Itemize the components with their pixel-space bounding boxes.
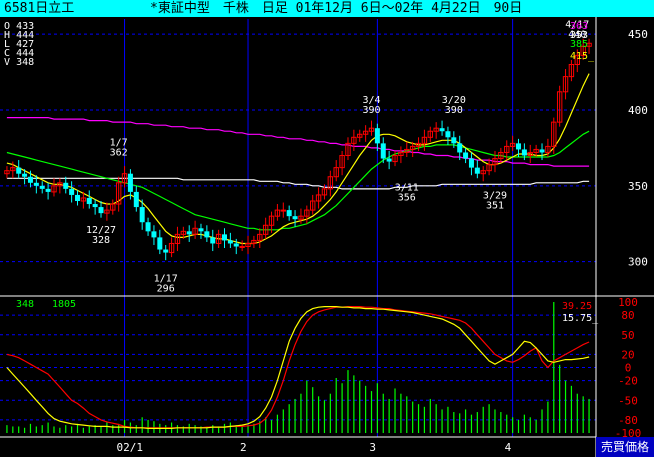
ma-value-3: 385 [570, 39, 588, 50]
ma-value-4: 415_ [570, 51, 595, 62]
stock-chart[interactable]: 1/736212/273281/172963/43903/113563/2039… [0, 17, 654, 457]
price-annotation-label: 351 [486, 200, 504, 211]
osc-volume-ma: 1805 [52, 299, 76, 310]
candle-body-down [63, 182, 69, 189]
month-tick-label: 02/1 [117, 441, 144, 454]
osc-tick-label: 20 [621, 348, 634, 361]
candle-body-down [98, 207, 104, 214]
osc-value-1: 39.25 [562, 301, 592, 312]
osc-tick-label: -20 [618, 375, 638, 388]
candle-body-down [163, 249, 169, 253]
price-annotation-label: 356 [398, 193, 416, 204]
candle-body-down [86, 197, 92, 205]
candle-body-down [539, 149, 545, 153]
candle-body-down [204, 231, 210, 238]
osc-tick-label: 50 [621, 329, 634, 342]
oscillator-line-red [6, 306, 590, 429]
osc-tick-label: -50 [618, 394, 638, 407]
price-annotation-label: 296 [157, 284, 175, 295]
osc-tick-label: 80 [621, 309, 634, 322]
ma-mid-line [6, 130, 590, 231]
price-annotation-label: 328 [92, 235, 110, 246]
chart-legend: O 433 H 444 L 427 C 444 V 348 363 353 38… [4, 21, 599, 324]
price-tick-label: 350 [628, 180, 648, 193]
candle-body-down [75, 194, 80, 201]
oscillator-panel [6, 302, 590, 433]
candle-body-down [457, 143, 463, 153]
candle-body-down [286, 210, 292, 217]
candle-body-down [210, 237, 216, 244]
osc-tick-label: -80 [618, 414, 638, 427]
osc-tick-label: 100 [618, 296, 638, 309]
candle-body-down [516, 143, 521, 150]
candle-body-down [22, 173, 28, 177]
ohlc-volume: V 348 [4, 57, 34, 68]
candle-body-down [16, 167, 22, 174]
osc-value-2: 15.75_ [562, 313, 599, 324]
candle-body-down [157, 237, 163, 250]
price-tick-label: 400 [628, 104, 648, 117]
price-type-badge[interactable]: 売買価格 [596, 437, 654, 457]
osc-volume: 348 [16, 299, 34, 310]
candle-body-down [463, 152, 469, 159]
candle-body-down [127, 173, 133, 192]
price-annotation-label: 362 [110, 148, 128, 159]
price-annotation-label: 390 [362, 105, 380, 116]
candle-body-down [451, 137, 457, 144]
candle-body-down [227, 240, 233, 244]
month-tick-label: 2 [240, 441, 247, 454]
candle-body-down [39, 185, 45, 189]
month-tick-label: 4 [505, 441, 512, 454]
candle-body-down [374, 128, 380, 144]
ma-very-long-line [6, 177, 590, 190]
candle-body-down [186, 231, 192, 235]
candle-body-down [521, 149, 527, 156]
candle-body-down [33, 182, 39, 186]
candle-body-down [69, 188, 75, 195]
title-bar: 6581日立工 *東証中型 千株 日足 01年12月 6日〜02年 4月22日 … [0, 0, 654, 17]
price-annotation-label: 390 [445, 105, 463, 116]
candle-body-down [139, 207, 145, 223]
chart-info: *東証中型 千株 日足 01年12月 6日〜02年 4月22日 90日 [150, 1, 523, 16]
month-tick-label: 3 [369, 441, 376, 454]
candle-body-up [239, 246, 245, 248]
candle-body-down [151, 231, 157, 238]
candle-body-down [468, 158, 474, 168]
candle-body-down [292, 216, 298, 220]
candle-body-down [380, 143, 386, 159]
candle-body-down [386, 158, 392, 162]
candle-body-down [92, 204, 98, 208]
candle-body-down [198, 228, 204, 232]
candle-body-down [27, 176, 33, 183]
candle-body-down [233, 243, 239, 247]
candle-body-up [280, 209, 287, 212]
candle-body-down [439, 128, 445, 132]
candle-body-down [222, 234, 227, 241]
osc-tick-label: 0 [625, 362, 632, 375]
price-tick-label: 450 [628, 28, 648, 41]
price-tick-label: 300 [628, 256, 648, 269]
stock-code: 6581日立工 [4, 1, 75, 16]
candle-body-down [45, 188, 51, 192]
candle-body-down [474, 167, 480, 174]
candle-body-down [133, 191, 139, 208]
oscillator-line-yellow [6, 306, 590, 429]
candle-body-down [445, 131, 451, 138]
candle-body-down [145, 222, 151, 232]
